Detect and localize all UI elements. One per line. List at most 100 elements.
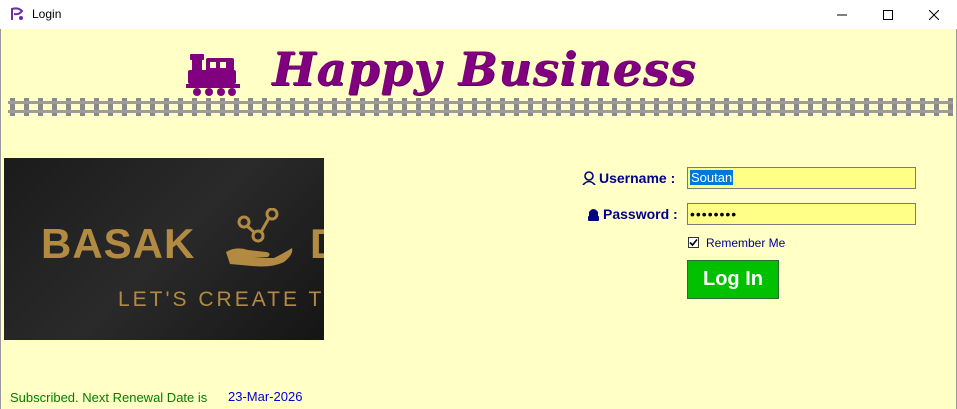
rail-tie (206, 98, 211, 116)
rail-tie (710, 98, 715, 116)
rail-tie (108, 98, 113, 116)
rail-tie (472, 98, 477, 116)
minimize-icon (837, 14, 847, 15)
remember-me-label[interactable]: Remember Me (706, 236, 785, 250)
rail-tie (850, 98, 855, 116)
rail-tie (724, 98, 729, 116)
rail-tie (66, 98, 71, 116)
maximize-button[interactable] (865, 0, 911, 29)
username-field[interactable]: Soutan (687, 167, 916, 189)
rail-tie (122, 98, 127, 116)
rail-tie (696, 98, 701, 116)
company-logo: BASAK D LET'S CREATE T (4, 158, 324, 340)
close-button[interactable] (911, 0, 957, 29)
rail-tie (920, 98, 925, 116)
rail-tie (654, 98, 659, 116)
rail-tie (94, 98, 99, 116)
logo-wordmark: BASAK (41, 220, 196, 267)
rail-tie (500, 98, 505, 116)
close-icon (929, 9, 939, 20)
rail-tie (80, 98, 85, 116)
rail-tie (388, 98, 393, 116)
password-field[interactable]: •••••••• (687, 203, 916, 225)
rail-tie (906, 98, 911, 116)
banner-title: Happy Business (272, 42, 697, 96)
rail-tie (570, 98, 575, 116)
rail-tie (766, 98, 771, 116)
rail-tie (346, 98, 351, 116)
rail-tie (528, 98, 533, 116)
train-engine-icon (186, 54, 240, 96)
app-icon (11, 7, 24, 20)
rail-tie (514, 98, 519, 116)
password-value: •••••••• (690, 206, 738, 222)
rail-tie (934, 98, 939, 116)
user-icon (582, 171, 596, 185)
rail-tie (430, 98, 435, 116)
rail-tie (416, 98, 421, 116)
rail-tie (668, 98, 673, 116)
password-user-icon (588, 208, 599, 221)
railway-track-divider (8, 98, 953, 116)
rail-tie (178, 98, 183, 116)
rail-tie (780, 98, 785, 116)
rail-tie (318, 98, 323, 116)
rail-tie (584, 98, 589, 116)
rail-tie (598, 98, 603, 116)
logo-tagline: LET'S CREATE T (118, 288, 324, 311)
rail-tie (444, 98, 449, 116)
rail-tie (276, 98, 281, 116)
rail-tie (738, 98, 743, 116)
rail-tie (332, 98, 337, 116)
rail-tie (304, 98, 309, 116)
rail-tie (486, 98, 491, 116)
rail-tie (402, 98, 407, 116)
rail-tie (38, 98, 43, 116)
rail-tie (626, 98, 631, 116)
username-label: Username : (599, 170, 676, 186)
rail-tie (458, 98, 463, 116)
rail-tie (52, 98, 57, 116)
rail-tie (878, 98, 883, 116)
rail-tie (220, 98, 225, 116)
rail-tie (822, 98, 827, 116)
rail-tie (864, 98, 869, 116)
rail-tie (640, 98, 645, 116)
rail-tie (892, 98, 897, 116)
window-titlebar: Login (0, 0, 957, 30)
subscription-status: Subscribed. Next Renewal Date is (10, 390, 208, 405)
rail-tie (682, 98, 687, 116)
rail-tie (808, 98, 813, 116)
rail-tie (290, 98, 295, 116)
rail-tie (234, 98, 239, 116)
username-value: Soutan (690, 170, 734, 185)
rail-tie (794, 98, 799, 116)
login-button[interactable]: Log In (687, 260, 779, 299)
rail-tie (150, 98, 155, 116)
rail-tie (192, 98, 197, 116)
rail-tie (248, 98, 253, 116)
password-label: Password : (603, 206, 678, 222)
rail-tie (136, 98, 141, 116)
rail-tie (374, 98, 379, 116)
rail-tie (752, 98, 757, 116)
renewal-date: 23-Mar-2026 (228, 389, 303, 404)
rail-tie (836, 98, 841, 116)
username-label-group: Username : (582, 170, 675, 186)
rail-tie (164, 98, 169, 116)
rail-tie (262, 98, 267, 116)
rail-tie (24, 98, 29, 116)
rail-tie (542, 98, 547, 116)
remember-me-checkbox[interactable] (688, 237, 699, 248)
rail-tie (10, 98, 15, 116)
minimize-button[interactable] (819, 0, 865, 29)
password-label-group: Password : (587, 206, 678, 222)
window-title: Login (32, 7, 62, 21)
rail-tie (360, 98, 365, 116)
rail-tie (556, 98, 561, 116)
checkmark-icon (689, 238, 698, 247)
hand-network-icon (226, 208, 293, 267)
rail-tie (612, 98, 617, 116)
maximize-icon (883, 9, 893, 20)
logo-trailing-letter: D (310, 220, 324, 268)
